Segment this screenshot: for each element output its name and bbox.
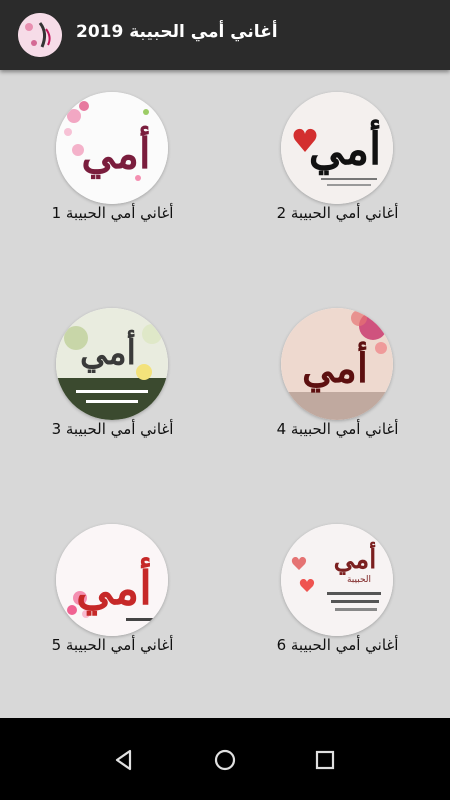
app-title: أغاني أمي الحبيبة 2019 — [76, 22, 278, 42]
song-thumbnail-2: أمي — [281, 92, 393, 204]
song-label-5: أغاني أمي الحبيبة 5 — [51, 636, 174, 654]
song-thumbnail-1: أمي — [56, 92, 168, 204]
song-item-4[interactable]: أمي أغاني أمي الحبيبة 4 — [225, 286, 450, 502]
app-bar: أغاني أمي الحبيبة 2019 — [0, 0, 450, 70]
song-thumbnail-4: أمي — [281, 308, 393, 420]
system-nav-bar — [0, 718, 450, 800]
song-item-2[interactable]: أمي أغاني أمي الحبيبة 2 — [225, 70, 450, 286]
song-item-1[interactable]: أمي أغاني أمي الحبيبة 1 — [0, 70, 225, 286]
song-thumbnail-6: أمي الحبيبة — [281, 524, 393, 636]
thumbnail-calligraphy: أمي — [80, 330, 136, 373]
recents-icon[interactable] — [309, 744, 341, 776]
thumbnail-calligraphy: أمي — [302, 340, 368, 393]
thumbnail-calligraphy: أمي — [76, 557, 152, 616]
home-icon[interactable] — [209, 744, 241, 776]
song-label-6: أغاني أمي الحبيبة 6 — [276, 636, 399, 654]
song-item-6[interactable]: أمي الحبيبة أغاني أمي الحبيبة 6 — [225, 502, 450, 718]
thumbnail-calligraphy: أمي — [309, 119, 381, 176]
back-icon[interactable] — [108, 744, 140, 776]
song-label-4: أغاني أمي الحبيبة 4 — [276, 420, 399, 438]
song-item-3[interactable]: أمي أغاني أمي الحبيبة 3 — [0, 286, 225, 502]
song-label-3: أغاني أمي الحبيبة 3 — [51, 420, 174, 438]
app-logo-icon — [18, 13, 62, 57]
songs-grid: أمي أغاني أمي الحبيبة 1 أمي أغاني أمي ال… — [0, 70, 450, 718]
thumbnail-subtitle: الحبيبة — [347, 575, 371, 585]
song-thumbnail-5: أمي — [56, 524, 168, 636]
song-label-2: أغاني أمي الحبيبة 2 — [276, 204, 399, 222]
song-label-1: أغاني أمي الحبيبة 1 — [51, 204, 174, 222]
song-thumbnail-3: أمي — [56, 308, 168, 420]
thumbnail-calligraphy: أمي — [81, 125, 150, 179]
thumbnail-calligraphy: أمي — [334, 541, 377, 575]
song-item-5[interactable]: أمي أغاني أمي الحبيبة 5 — [0, 502, 225, 718]
